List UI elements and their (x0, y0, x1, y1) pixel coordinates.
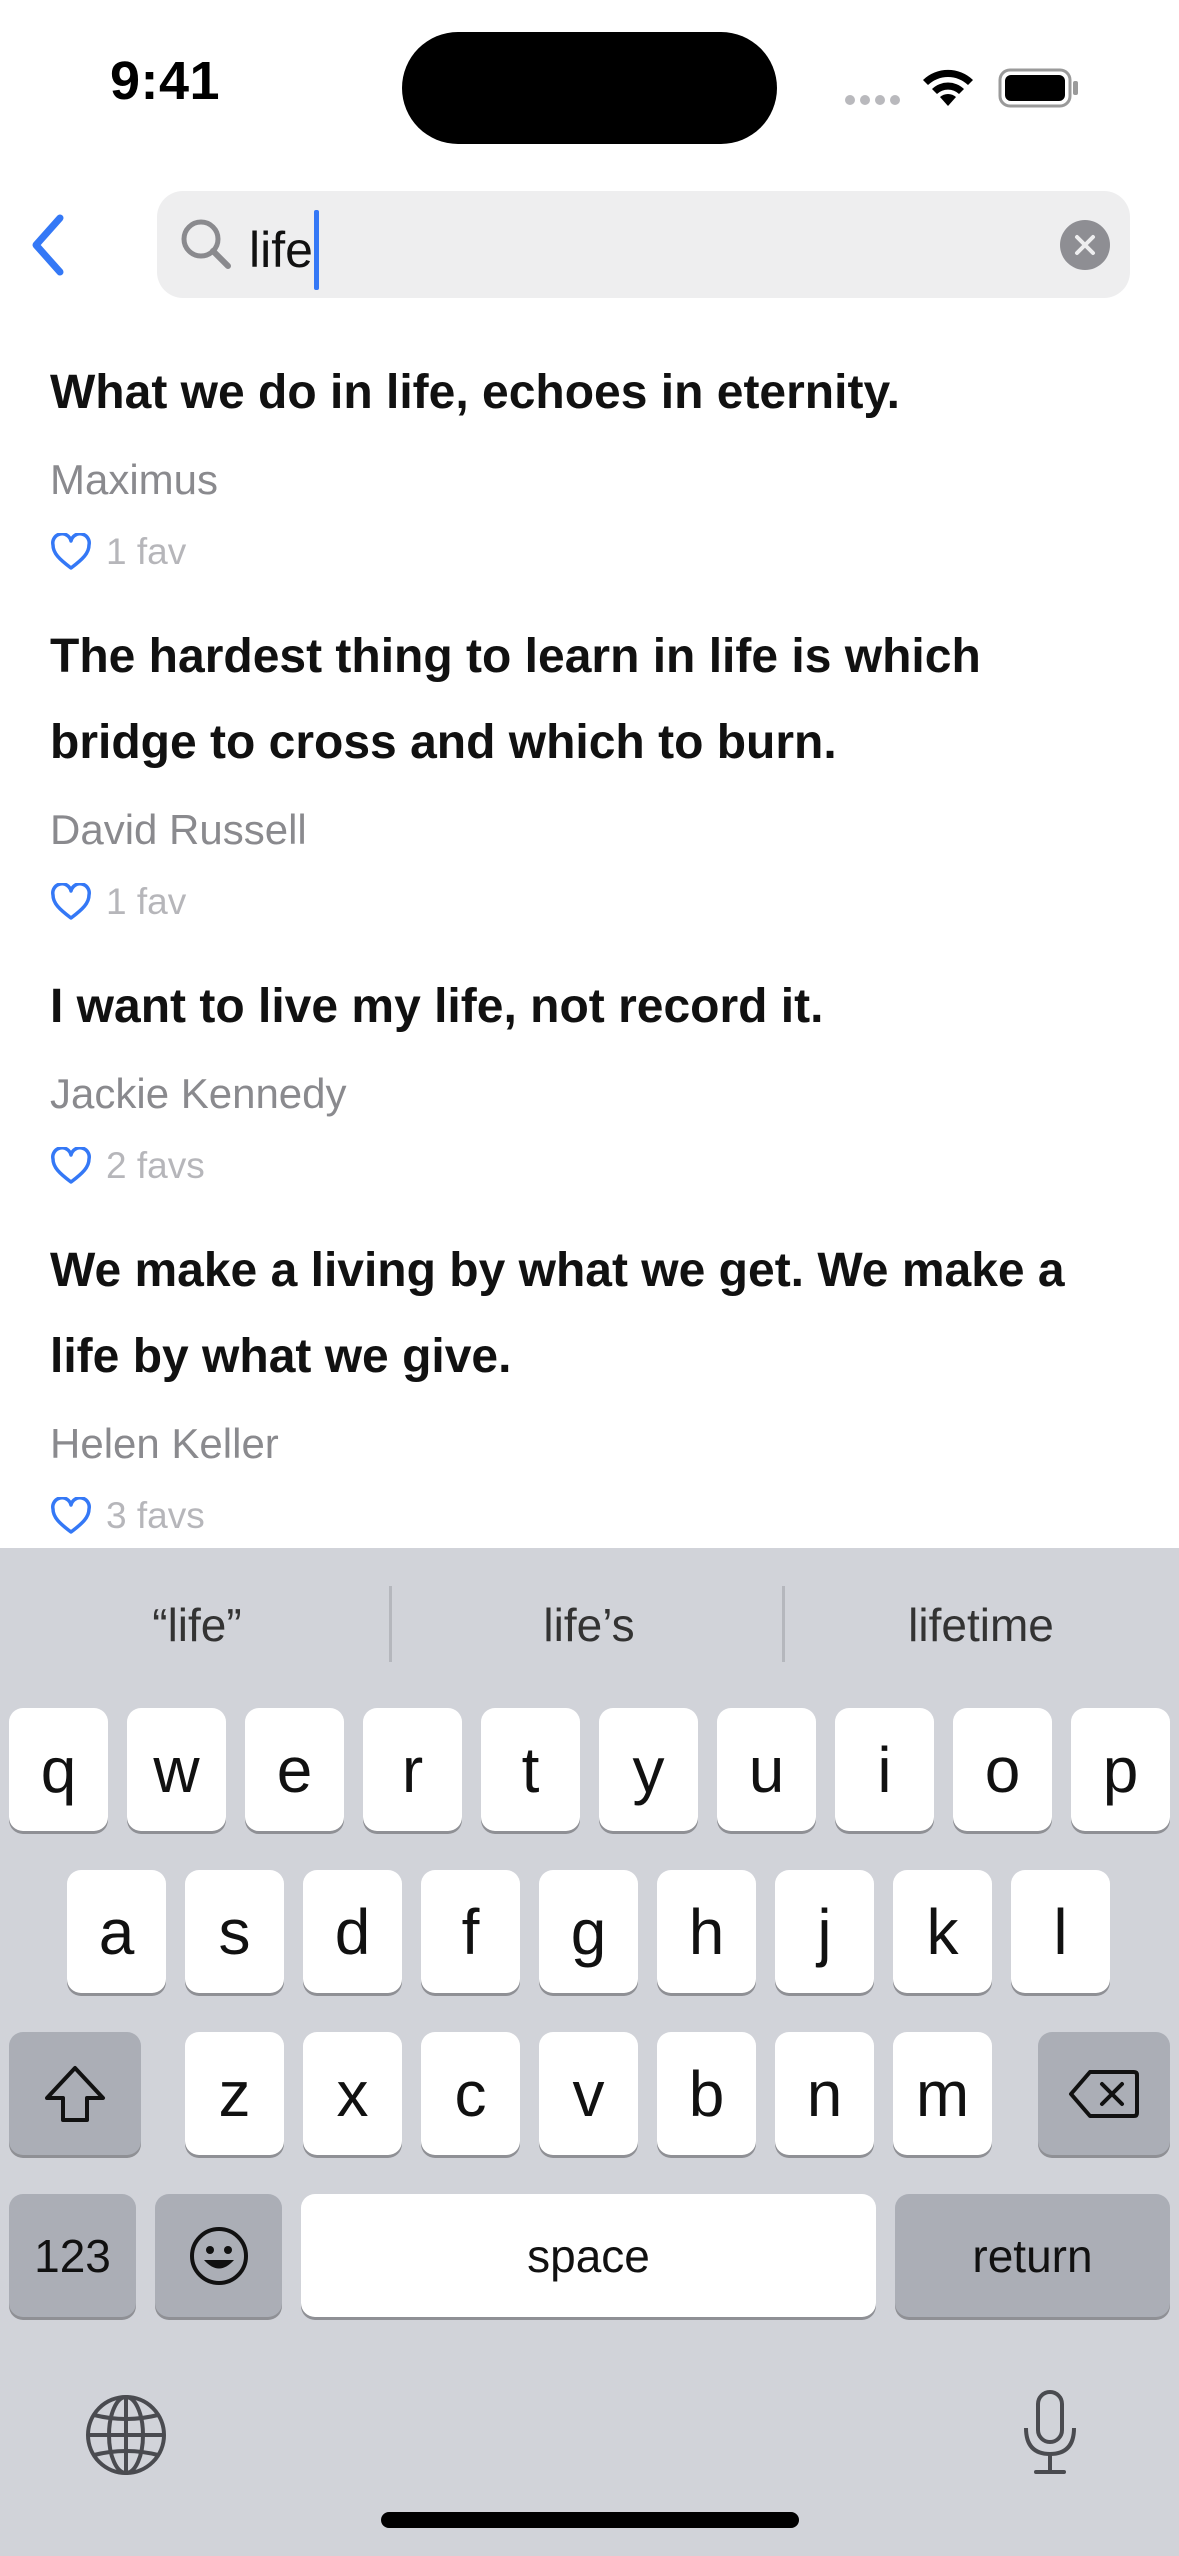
key-a[interactable]: a (67, 1870, 166, 1993)
key-x[interactable]: x (303, 2032, 402, 2155)
numbers-key[interactable]: 123 (9, 2194, 136, 2317)
quote-author: Maximus (50, 456, 219, 503)
suggestion-2[interactable]: life’s (409, 1598, 769, 1652)
key-b[interactable]: b (657, 2032, 756, 2155)
quote-item[interactable]: We make a living by what we get. We make… (0, 1228, 1179, 1544)
results-list: What we do in life, echoes in eternity. … (0, 350, 1179, 1548)
shift-key[interactable] (9, 2032, 141, 2155)
delete-key[interactable] (1038, 2032, 1170, 2155)
delete-icon (1069, 2069, 1139, 2118)
key-t[interactable]: t (481, 1708, 580, 1831)
key-h[interactable]: h (657, 1870, 756, 1993)
quote-item[interactable]: The hardest thing to learn in life is wh… (0, 614, 1179, 930)
quote-text: We make a living by what we get. We make… (50, 1244, 1065, 1383)
text-caret (313, 210, 319, 290)
status-time: 9:41 (109, 51, 221, 111)
space-key[interactable]: space (301, 2194, 876, 2317)
fav-row[interactable]: 3 favs (50, 1488, 1129, 1544)
key-f[interactable]: f (421, 1870, 520, 1993)
fav-row[interactable]: 2 favs (50, 1138, 1129, 1194)
globe-icon (86, 2395, 166, 2475)
home-indicator (381, 2512, 799, 2528)
fav-count: 1 fav (106, 881, 187, 922)
wifi-icon (920, 66, 976, 113)
quote-author: Helen Keller (50, 1420, 279, 1467)
back-button[interactable] (18, 210, 78, 280)
quote-author: Jackie Kennedy (50, 1070, 347, 1117)
emoji-key[interactable] (155, 2194, 282, 2317)
key-m[interactable]: m (893, 2032, 992, 2155)
quote-item[interactable]: I want to live my life, not record it. J… (0, 964, 1179, 1194)
key-q[interactable]: q (9, 1708, 108, 1831)
dictation-key[interactable] (1018, 2388, 1082, 2483)
key-k[interactable]: k (893, 1870, 992, 1993)
quote-text: I want to live my life, not record it. (50, 980, 824, 1033)
dynamic-island (402, 32, 777, 144)
quote-author: David Russell (50, 806, 307, 853)
key-d[interactable]: d (303, 1870, 402, 1993)
quote-text: What we do in life, echoes in eternity. (50, 366, 900, 419)
keyboard: “life” life’s lifetime q w e r t y u i o… (0, 1548, 1179, 2556)
key-c[interactable]: c (421, 2032, 520, 2155)
suggestion-bar: “life” life’s lifetime (0, 1548, 1179, 1703)
search-input[interactable]: life (249, 210, 319, 294)
key-r[interactable]: r (363, 1708, 462, 1831)
battery-icon (998, 68, 1080, 113)
key-s[interactable]: s (185, 1870, 284, 1993)
fav-count: 3 favs (106, 1495, 205, 1536)
key-y[interactable]: y (599, 1708, 698, 1831)
key-j[interactable]: j (775, 1870, 874, 1993)
chevron-left-icon (32, 214, 64, 276)
cellular-signal-icon (845, 92, 905, 106)
key-g[interactable]: g (539, 1870, 638, 1993)
suggestion-1[interactable]: “life” (17, 1598, 377, 1652)
key-u[interactable]: u (717, 1708, 816, 1831)
key-i[interactable]: i (835, 1708, 934, 1831)
fav-row[interactable]: 1 fav (50, 874, 1129, 930)
key-o[interactable]: o (953, 1708, 1052, 1831)
return-key[interactable]: return (895, 2194, 1170, 2317)
quote-text: The hardest thing to learn in life is wh… (50, 630, 981, 769)
shift-icon (45, 2065, 105, 2122)
suggestion-divider (389, 1586, 392, 1662)
globe-key[interactable] (84, 2393, 168, 2482)
fav-count: 1 fav (106, 531, 187, 572)
key-z[interactable]: z (185, 2032, 284, 2155)
suggestion-divider (782, 1586, 785, 1662)
key-w[interactable]: w (127, 1708, 226, 1831)
key-v[interactable]: v (539, 2032, 638, 2155)
key-p[interactable]: p (1071, 1708, 1170, 1831)
fav-count: 2 favs (106, 1145, 205, 1186)
heart-outline-icon (51, 1497, 91, 1534)
key-e[interactable]: e (245, 1708, 344, 1831)
search-query: life (249, 222, 313, 279)
key-l[interactable]: l (1011, 1870, 1110, 1993)
heart-outline-icon (51, 1147, 91, 1184)
magnifier-icon (180, 218, 232, 275)
fav-row[interactable]: 1 fav (50, 524, 1129, 580)
heart-outline-icon (51, 883, 91, 920)
heart-outline-icon (51, 533, 91, 570)
clear-search-button[interactable] (1060, 220, 1110, 270)
clear-x-icon (1075, 235, 1095, 255)
suggestion-3[interactable]: lifetime (801, 1598, 1161, 1652)
microphone-icon (1024, 2390, 1076, 2474)
key-n[interactable]: n (775, 2032, 874, 2155)
emoji-icon (189, 2226, 248, 2285)
quote-item[interactable]: What we do in life, echoes in eternity. … (0, 350, 1179, 580)
